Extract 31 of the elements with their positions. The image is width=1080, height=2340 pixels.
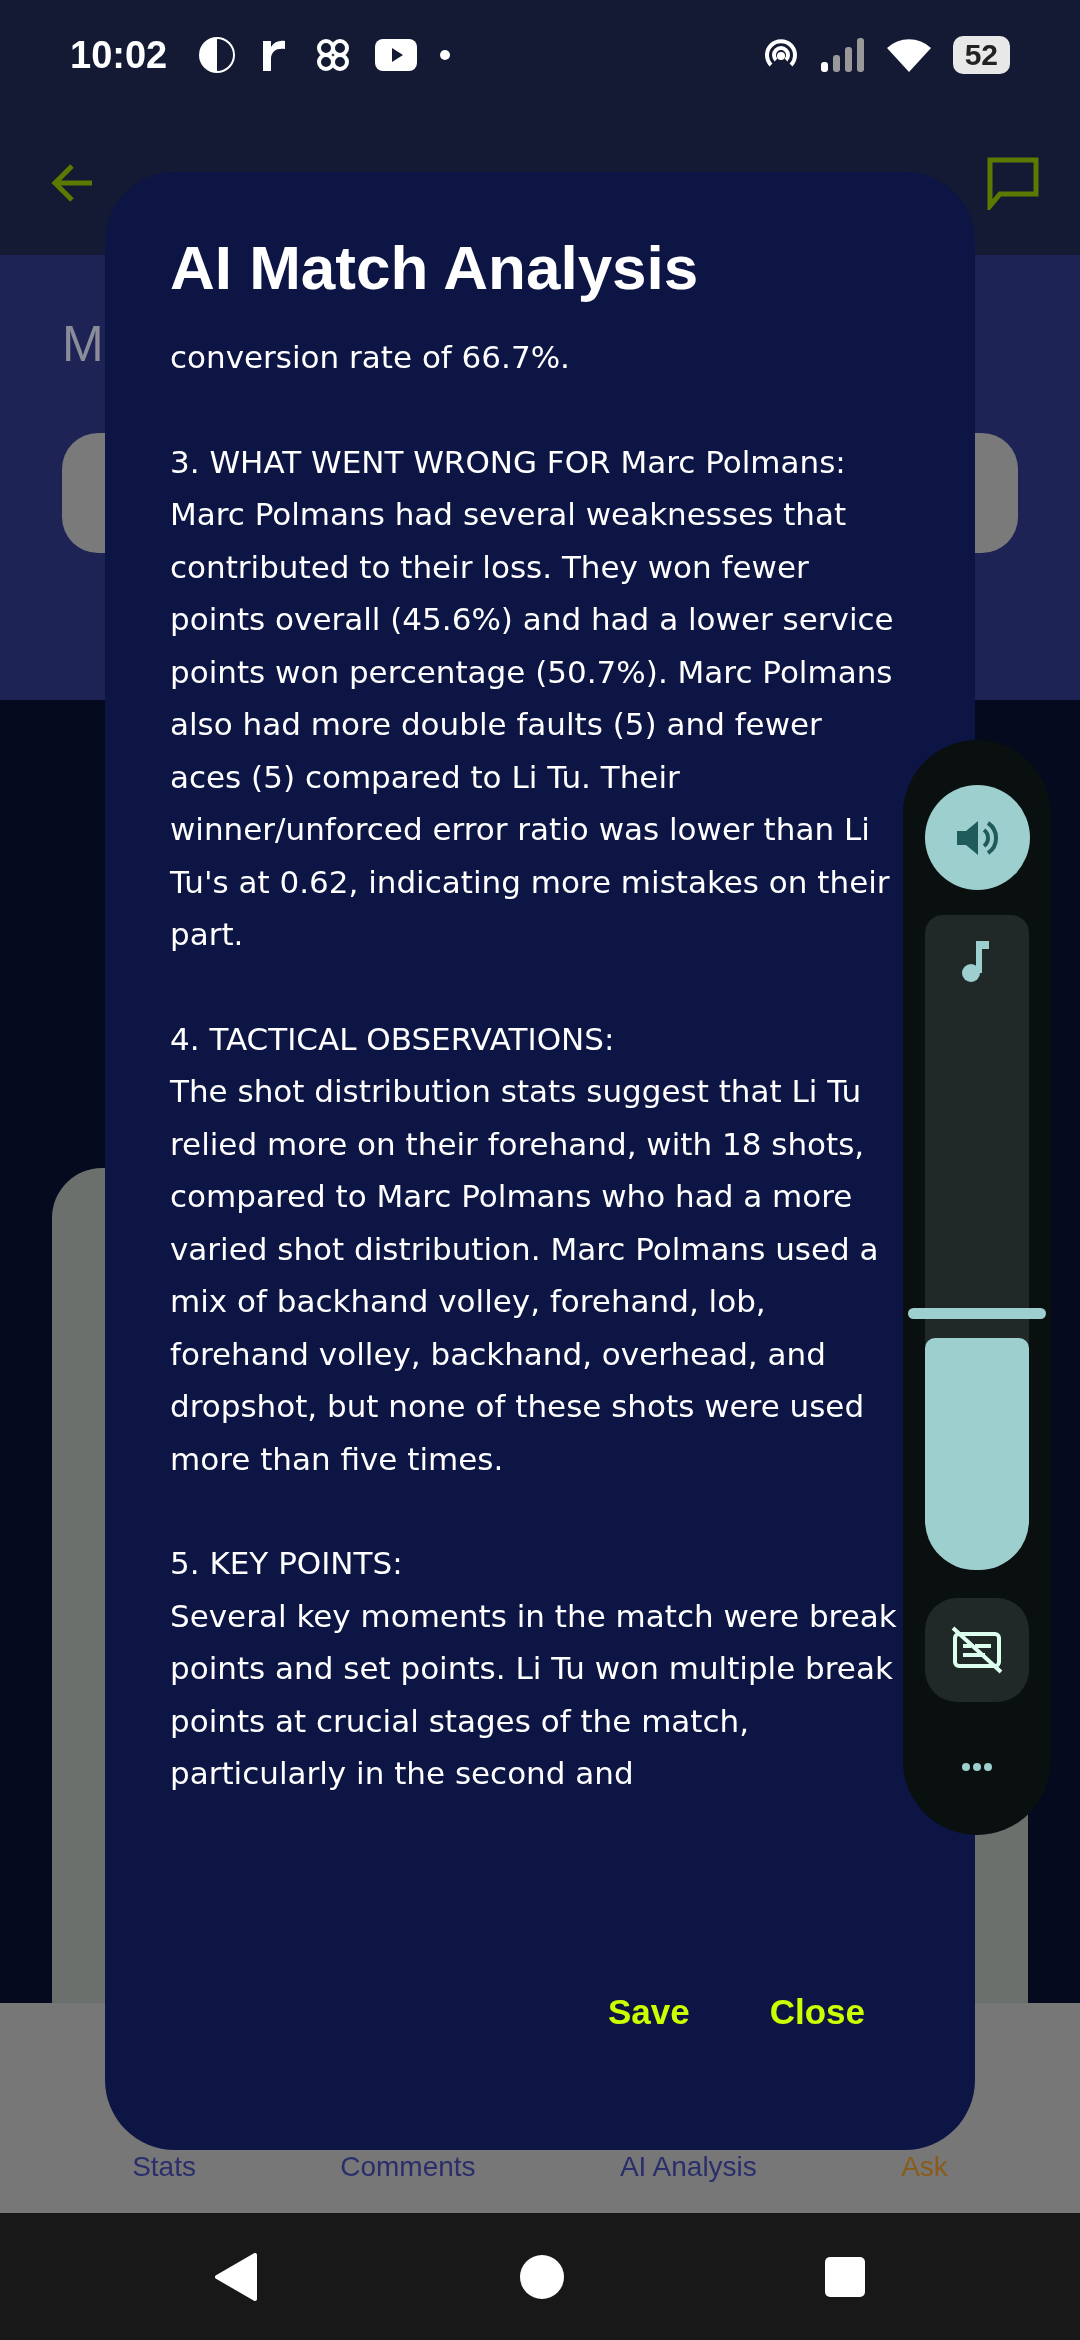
section-heading: 5. KEY POINTS: xyxy=(170,1544,404,1583)
battery-indicator: 52 xyxy=(952,36,1010,74)
nav-tab[interactable]: Stats xyxy=(132,2151,196,2183)
dialog-title: AI Match Analysis xyxy=(170,232,700,303)
wifi-icon xyxy=(886,38,931,72)
nav-tab[interactable]: Comments xyxy=(340,2151,476,2183)
analysis-paragraph: The shot distribution stats suggest that Li Tu relied more on their forehand, with 18 shots, compared to Marc Polmans who had a more varied shot distribution. Marc Polmans used a mix of backhand volley, forehand, lob, forehand volley, backhand, overhead, and dropshot, but none of these shots were used more than five times. xyxy=(170,1072,880,1479)
captions-off-icon xyxy=(949,1624,1005,1676)
music-note-icon xyxy=(961,939,991,983)
more-icon[interactable] xyxy=(961,1762,993,1772)
dialog-button[interactable]: Close xyxy=(749,1980,885,2044)
chat-icon[interactable] xyxy=(986,155,1040,210)
header-text: M xyxy=(62,315,104,373)
video-icon xyxy=(375,39,418,71)
status-time: 10:02 xyxy=(70,33,168,77)
analysis-paragraph: Marc Polmans had several weaknesses that contributed to their loss. They won fewer points overall (45.6%) and had a lower service points won percentage (50.7%). Marc Polmans also had more double faults (5) and fewer aces (5) compared to Li Tu. Their winner/unforced error ratio was lower than Li Tu's at 0.62, indicating more mistakes on their part. xyxy=(170,495,895,954)
analysis-paragraph: Several key moments in the match were break points and set points. Li Tu won multiple break points at crucial stages of the match, particularly in the second and xyxy=(170,1596,898,1793)
dialog-button[interactable]: Save xyxy=(587,1980,710,2044)
signal-icon xyxy=(820,38,865,72)
volume-slider[interactable] xyxy=(908,915,1046,1570)
analysis-paragraph: conversion rate of 66.7%. xyxy=(170,338,571,377)
section-heading: 4. TACTICAL OBSERVATIONS: xyxy=(170,1019,616,1059)
back-icon[interactable] xyxy=(215,2252,259,2301)
dot-icon xyxy=(439,49,452,61)
slider-handle[interactable] xyxy=(908,1308,1046,1319)
app-icon xyxy=(197,35,238,75)
recents-icon[interactable] xyxy=(825,2256,865,2297)
captions-button[interactable] xyxy=(925,1598,1029,1702)
nav-tab[interactable]: AI Analysis xyxy=(619,2151,757,2183)
section-heading: 3. WHAT WENT WRONG FOR Marc Polmans: xyxy=(170,442,847,482)
home-icon[interactable] xyxy=(519,2253,565,2300)
